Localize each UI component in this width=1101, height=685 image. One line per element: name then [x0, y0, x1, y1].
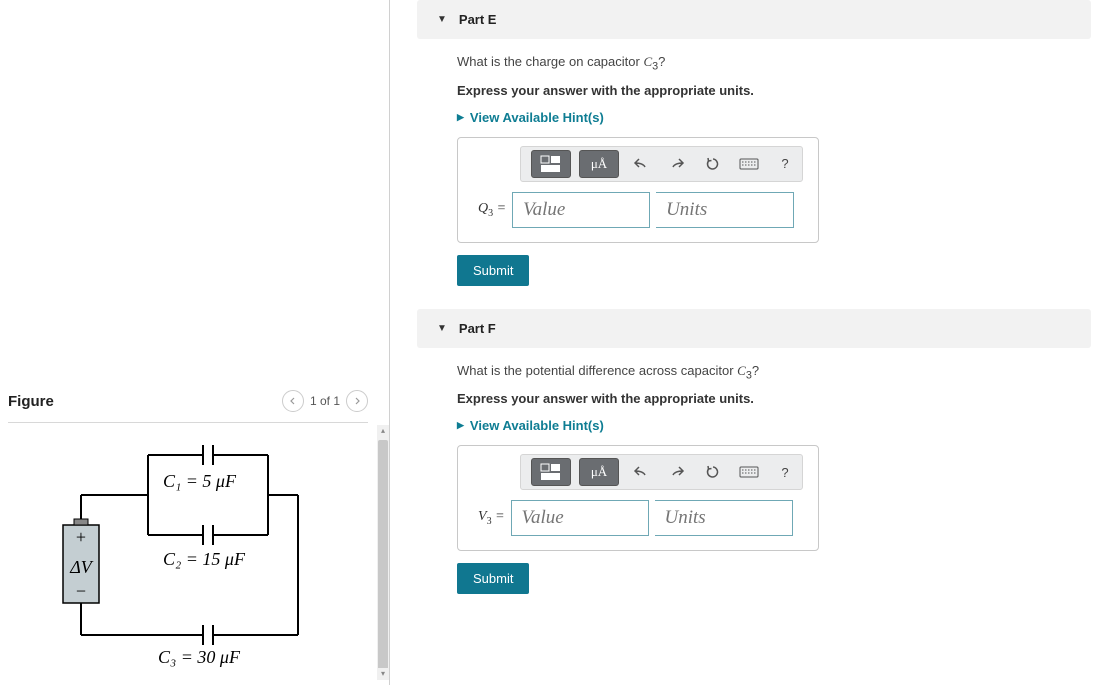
part-f-input-row: V3 = — [470, 500, 806, 536]
caret-right-icon: ▶ — [457, 112, 464, 123]
units-button[interactable]: μÅ — [579, 458, 619, 486]
part-f-header[interactable]: ▼ Part F — [417, 309, 1091, 348]
part-f-question: What is the potential difference across … — [457, 363, 1071, 382]
part-f-submit-button[interactable]: Submit — [457, 563, 529, 594]
part-e-title: Part E — [459, 12, 497, 27]
redo-button[interactable] — [663, 150, 691, 178]
part-f-instruction: Express your answer with the appropriate… — [457, 391, 1071, 406]
undo-button[interactable] — [627, 458, 655, 486]
hints-label: View Available Hint(s) — [470, 110, 604, 125]
part-e-variable-label: Q3 = — [478, 201, 506, 219]
chevron-right-icon — [353, 397, 361, 405]
keyboard-button[interactable] — [735, 458, 763, 486]
keyboard-icon — [739, 466, 759, 478]
undo-icon — [633, 465, 649, 479]
caret-right-icon: ▶ — [457, 420, 464, 431]
part-e-question: What is the charge on capacitor C3? — [457, 54, 1071, 73]
part-f-variable-label: V3 = — [478, 509, 505, 527]
figure-title: Figure — [8, 393, 54, 410]
part-e-hints-link[interactable]: ▶ View Available Hint(s) — [457, 110, 1071, 125]
figure-circuit-diagram: + ΔV − — [8, 425, 373, 680]
redo-button[interactable] — [663, 458, 691, 486]
part-f-toolbar: μÅ ? — [520, 454, 803, 490]
pager-label: 1 of 1 — [310, 394, 340, 408]
hints-label: View Available Hint(s) — [470, 418, 604, 433]
keyboard-icon — [739, 158, 759, 170]
figure-scrollbar[interactable]: ▴ ▾ — [377, 425, 389, 680]
c2-label: C₂ = 15 μF — [163, 549, 246, 569]
part-e-value-input[interactable] — [512, 192, 650, 228]
caret-down-icon: ▼ — [437, 14, 447, 25]
caret-down-icon: ▼ — [437, 323, 447, 334]
undo-button[interactable] — [627, 150, 655, 178]
pager-prev-button[interactable] — [282, 390, 304, 412]
reset-button[interactable] — [699, 150, 727, 178]
keyboard-button[interactable] — [735, 150, 763, 178]
battery-label: ΔV — [69, 557, 94, 577]
scroll-down-arrow-icon[interactable]: ▾ — [377, 668, 389, 680]
part-e-answer-box: μÅ ? Q3 = — [457, 137, 819, 243]
figure-header: Figure 1 of 1 — [8, 390, 368, 423]
part-f-hints-link[interactable]: ▶ View Available Hint(s) — [457, 418, 1071, 433]
part-e-units-input[interactable] — [656, 192, 794, 228]
part-e-body: What is the charge on capacitor C3? Expr… — [417, 39, 1091, 301]
figure-pager: 1 of 1 — [282, 390, 368, 412]
pager-next-button[interactable] — [346, 390, 368, 412]
undo-icon — [633, 157, 649, 171]
c3-label: C₃ = 30 μF — [158, 647, 241, 667]
scroll-up-arrow-icon[interactable]: ▴ — [377, 425, 389, 437]
part-e-submit-button[interactable]: Submit — [457, 255, 529, 286]
help-button[interactable]: ? — [771, 150, 799, 178]
svg-text:−: − — [76, 581, 86, 601]
c1-label: C₁ = 5 μF — [163, 471, 237, 491]
part-e-header[interactable]: ▼ Part E — [417, 0, 1091, 39]
part-e-instruction: Express your answer with the appropriate… — [457, 83, 1071, 98]
help-button[interactable]: ? — [771, 458, 799, 486]
units-button[interactable]: μÅ — [579, 150, 619, 178]
redo-icon — [669, 157, 685, 171]
scroll-thumb[interactable] — [378, 440, 388, 675]
templates-button[interactable] — [531, 458, 571, 486]
redo-icon — [669, 465, 685, 479]
part-f-units-input[interactable] — [655, 500, 793, 536]
part-e-input-row: Q3 = — [470, 192, 806, 228]
part-f-answer-box: μÅ ? V3 = — [457, 445, 819, 551]
svg-text:+: + — [76, 527, 86, 547]
part-f-title: Part F — [459, 321, 496, 336]
part-f-body: What is the potential difference across … — [417, 348, 1091, 610]
reset-icon — [705, 464, 721, 480]
templates-button[interactable] — [531, 150, 571, 178]
reset-icon — [705, 156, 721, 172]
fraction-template-icon — [540, 463, 562, 481]
part-f-value-input[interactable] — [511, 500, 649, 536]
chevron-left-icon — [289, 397, 297, 405]
fraction-template-icon — [540, 155, 562, 173]
part-e-toolbar: μÅ ? — [520, 146, 803, 182]
reset-button[interactable] — [699, 458, 727, 486]
